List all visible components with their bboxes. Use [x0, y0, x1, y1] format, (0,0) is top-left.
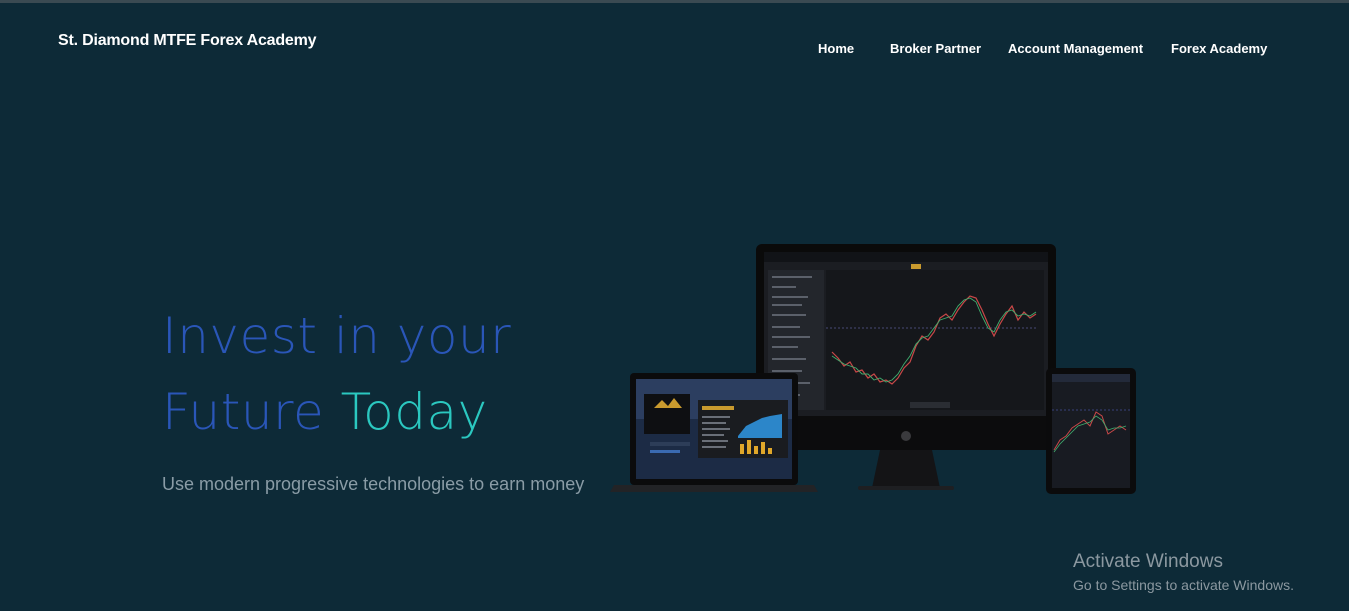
- hero-subtitle: Use modern progressive technologies to e…: [162, 474, 585, 494]
- nav-broker-partner[interactable]: Broker Partner: [890, 41, 981, 56]
- trading-devices-mockup-icon: [610, 244, 1136, 494]
- windows-activation-watermark: Activate Windows Go to Settings to activ…: [1073, 551, 1294, 593]
- window-top-border: [0, 0, 1349, 3]
- nav-forex-academy[interactable]: Forex Academy: [1171, 41, 1267, 56]
- watermark-title: Activate Windows: [1073, 551, 1223, 572]
- watermark-subtitle: Go to Settings to activate Windows.: [1073, 577, 1294, 593]
- laptop-illustration: [610, 373, 818, 492]
- hero-title-line1: Invest in your: [162, 307, 512, 365]
- tablet-illustration: [1046, 368, 1136, 494]
- nav-home[interactable]: Home: [818, 41, 854, 56]
- hero-title-future: Future: [162, 383, 325, 441]
- nav-account-management[interactable]: Account Management: [1008, 41, 1143, 56]
- hero-title-today: Today: [340, 383, 488, 441]
- hero-title: Invest in your Future Today: [162, 298, 511, 450]
- monitor-illustration: [756, 244, 1056, 490]
- main-nav: Home Broker Partner Account Management F…: [0, 41, 1349, 59]
